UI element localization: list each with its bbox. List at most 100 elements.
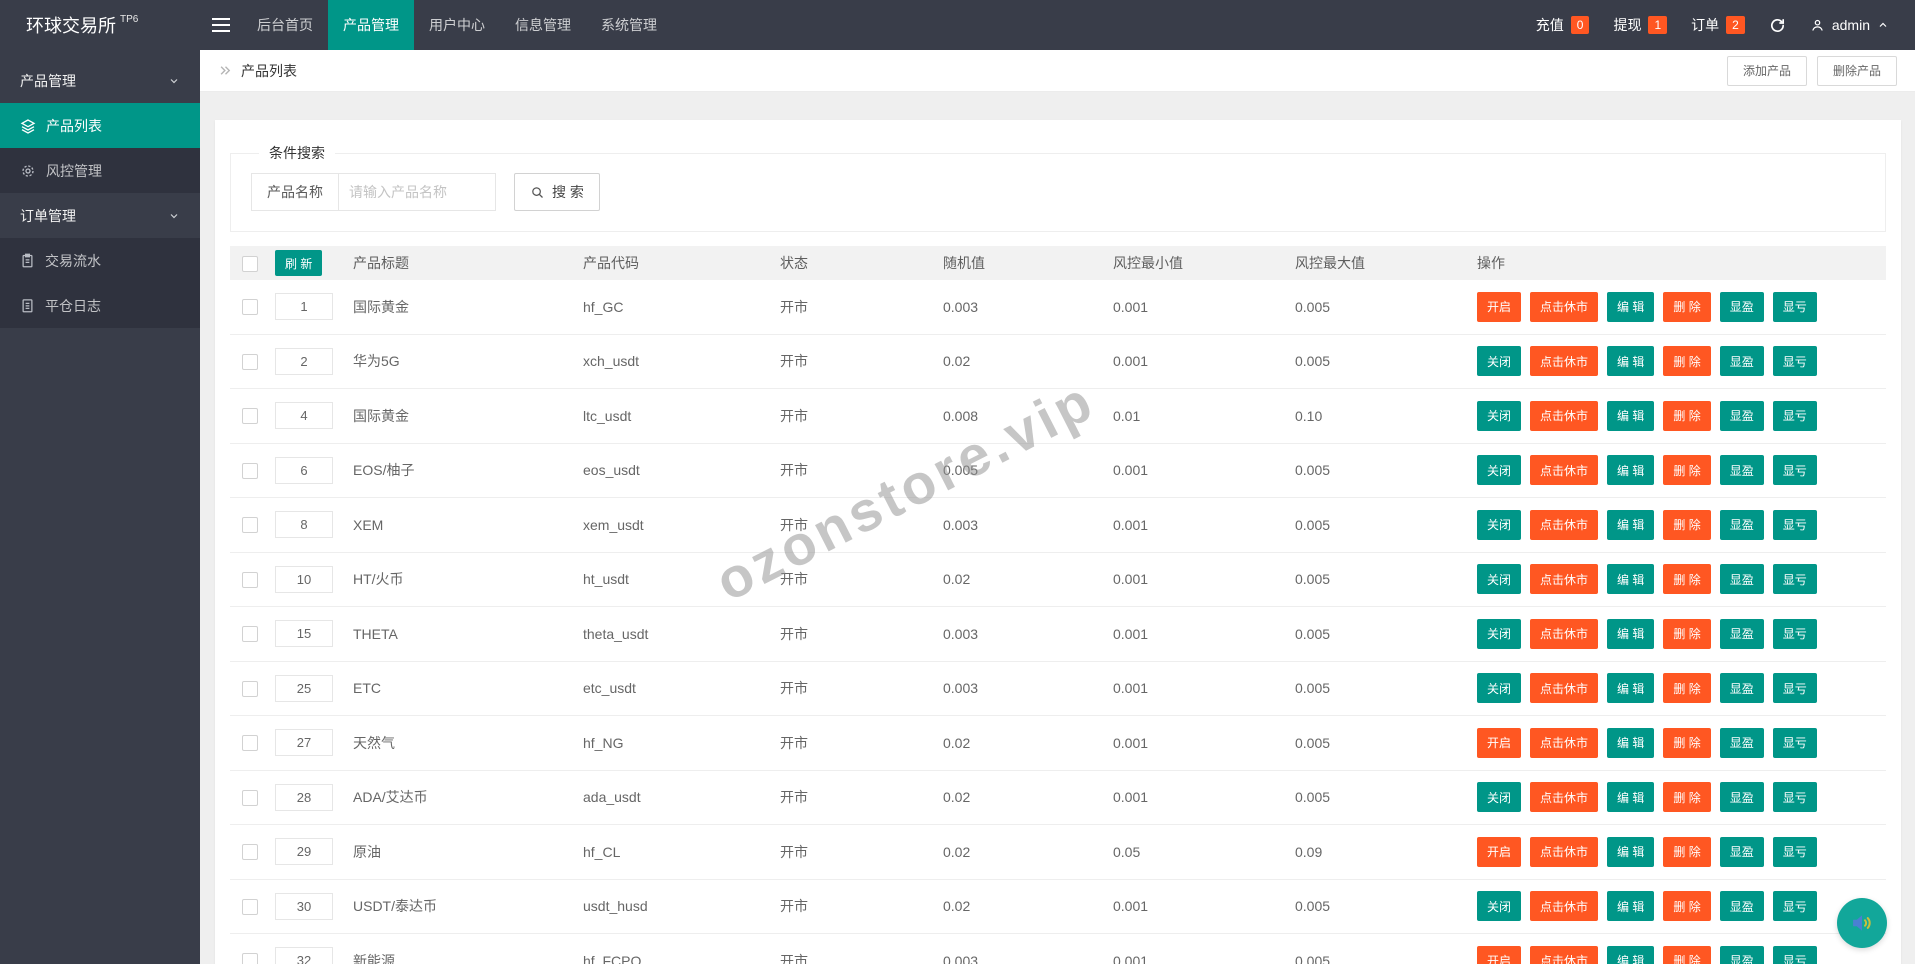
product-name-input[interactable] [338, 173, 496, 211]
toggle-status-button[interactable]: 关闭 [1477, 455, 1522, 486]
row-id-input[interactable]: 6 [275, 456, 333, 484]
row-checkbox[interactable] [242, 898, 258, 915]
edit-button[interactable]: 编 辑 [1607, 836, 1655, 867]
row-checkbox[interactable] [242, 353, 258, 370]
show-loss-button[interactable]: 显亏 [1772, 673, 1817, 704]
show-profit-button[interactable]: 显盈 [1719, 673, 1764, 704]
delete-button[interactable]: 删 除 [1663, 346, 1711, 377]
show-loss-button[interactable]: 显亏 [1772, 727, 1817, 758]
show-loss-button[interactable]: 显亏 [1772, 782, 1817, 813]
show-profit-button[interactable]: 显盈 [1719, 782, 1764, 813]
toggle-status-button[interactable]: 关闭 [1477, 618, 1522, 649]
row-id-input[interactable]: 2 [275, 347, 333, 375]
market-close-button[interactable]: 点击休市 [1530, 891, 1599, 922]
row-id-input[interactable]: 30 [275, 892, 333, 920]
market-close-button[interactable]: 点击休市 [1530, 455, 1599, 486]
show-loss-button[interactable]: 显亏 [1772, 509, 1817, 540]
nav-item-home[interactable]: 后台首页 [242, 0, 328, 50]
row-checkbox[interactable] [242, 735, 258, 752]
show-profit-button[interactable]: 显盈 [1719, 891, 1764, 922]
row-checkbox[interactable] [242, 462, 258, 479]
withdraw-notice[interactable]: 提现 1 [1613, 15, 1668, 35]
show-loss-button[interactable]: 显亏 [1772, 455, 1817, 486]
toggle-status-button[interactable]: 关闭 [1477, 673, 1522, 704]
show-loss-button[interactable]: 显亏 [1772, 836, 1817, 867]
edit-button[interactable]: 编 辑 [1607, 945, 1655, 964]
show-loss-button[interactable]: 显亏 [1772, 618, 1817, 649]
refresh-button[interactable]: 刷 新 [275, 250, 323, 276]
market-close-button[interactable]: 点击休市 [1530, 945, 1599, 964]
row-id-input[interactable]: 10 [275, 565, 333, 593]
sidebar-group-order-management[interactable]: 订单管理 [0, 193, 200, 238]
edit-button[interactable]: 编 辑 [1607, 455, 1655, 486]
row-id-input[interactable]: 27 [275, 729, 333, 757]
delete-button[interactable]: 删 除 [1663, 836, 1711, 867]
show-loss-button[interactable]: 显亏 [1772, 291, 1817, 322]
show-profit-button[interactable]: 显盈 [1719, 455, 1764, 486]
market-close-button[interactable]: 点击休市 [1530, 673, 1599, 704]
row-checkbox[interactable] [242, 408, 258, 425]
delete-button[interactable]: 删 除 [1663, 564, 1711, 595]
refresh-icon[interactable] [1769, 17, 1786, 34]
show-loss-button[interactable]: 显亏 [1772, 891, 1817, 922]
show-loss-button[interactable]: 显亏 [1772, 400, 1817, 431]
show-profit-button[interactable]: 显盈 [1719, 346, 1764, 377]
toggle-status-button[interactable]: 开启 [1477, 727, 1522, 758]
row-checkbox[interactable] [242, 789, 258, 806]
edit-button[interactable]: 编 辑 [1607, 564, 1655, 595]
sidebar-item-product-list[interactable]: 产品列表 [0, 103, 200, 148]
select-all-checkbox[interactable] [242, 255, 258, 272]
row-id-input[interactable]: 8 [275, 511, 333, 539]
sidebar-group-product-management[interactable]: 产品管理 [0, 58, 200, 103]
market-close-button[interactable]: 点击休市 [1530, 509, 1599, 540]
row-id-input[interactable]: 32 [275, 947, 333, 964]
toggle-status-button[interactable]: 关闭 [1477, 509, 1522, 540]
show-profit-button[interactable]: 显盈 [1719, 509, 1764, 540]
edit-button[interactable]: 编 辑 [1607, 782, 1655, 813]
show-profit-button[interactable]: 显盈 [1719, 291, 1764, 322]
row-checkbox[interactable] [242, 626, 258, 643]
market-close-button[interactable]: 点击休市 [1530, 346, 1599, 377]
row-id-input[interactable]: 29 [275, 838, 333, 866]
sidebar-item-close-position-log[interactable]: 平仓日志 [0, 283, 200, 328]
nav-item-user-center[interactable]: 用户中心 [414, 0, 500, 50]
toggle-status-button[interactable]: 关闭 [1477, 782, 1522, 813]
nav-item-product-management[interactable]: 产品管理 [328, 0, 414, 50]
show-profit-button[interactable]: 显盈 [1719, 945, 1764, 964]
sound-toggle-button[interactable] [1837, 898, 1887, 948]
show-loss-button[interactable]: 显亏 [1772, 346, 1817, 377]
edit-button[interactable]: 编 辑 [1607, 509, 1655, 540]
row-id-input[interactable]: 28 [275, 783, 333, 811]
toggle-status-button[interactable]: 关闭 [1477, 346, 1522, 377]
market-close-button[interactable]: 点击休市 [1530, 400, 1599, 431]
search-button[interactable]: 搜 索 [514, 173, 600, 211]
toggle-status-button[interactable]: 关闭 [1477, 564, 1522, 595]
user-menu[interactable]: admin [1810, 17, 1889, 33]
row-checkbox[interactable] [242, 953, 258, 964]
edit-button[interactable]: 编 辑 [1607, 727, 1655, 758]
row-id-input[interactable]: 4 [275, 402, 333, 430]
nav-item-info-management[interactable]: 信息管理 [500, 0, 586, 50]
market-close-button[interactable]: 点击休市 [1530, 291, 1599, 322]
delete-button[interactable]: 删 除 [1663, 509, 1711, 540]
sidebar-toggle-icon[interactable] [200, 0, 242, 50]
toggle-status-button[interactable]: 开启 [1477, 836, 1522, 867]
delete-button[interactable]: 删 除 [1663, 782, 1711, 813]
toggle-status-button[interactable]: 开启 [1477, 945, 1522, 964]
edit-button[interactable]: 编 辑 [1607, 400, 1655, 431]
delete-button[interactable]: 删 除 [1663, 673, 1711, 704]
row-checkbox[interactable] [242, 517, 258, 534]
add-product-button[interactable]: 添加产品 [1726, 55, 1807, 86]
row-id-input[interactable]: 1 [275, 293, 333, 321]
row-id-input[interactable]: 25 [275, 674, 333, 702]
toggle-status-button[interactable]: 关闭 [1477, 891, 1522, 922]
delete-product-button[interactable]: 删除产品 [1816, 55, 1897, 86]
edit-button[interactable]: 编 辑 [1607, 673, 1655, 704]
delete-button[interactable]: 删 除 [1663, 727, 1711, 758]
row-id-input[interactable]: 15 [275, 620, 333, 648]
delete-button[interactable]: 删 除 [1663, 400, 1711, 431]
show-profit-button[interactable]: 显盈 [1719, 618, 1764, 649]
edit-button[interactable]: 编 辑 [1607, 346, 1655, 377]
show-profit-button[interactable]: 显盈 [1719, 727, 1764, 758]
show-profit-button[interactable]: 显盈 [1719, 400, 1764, 431]
